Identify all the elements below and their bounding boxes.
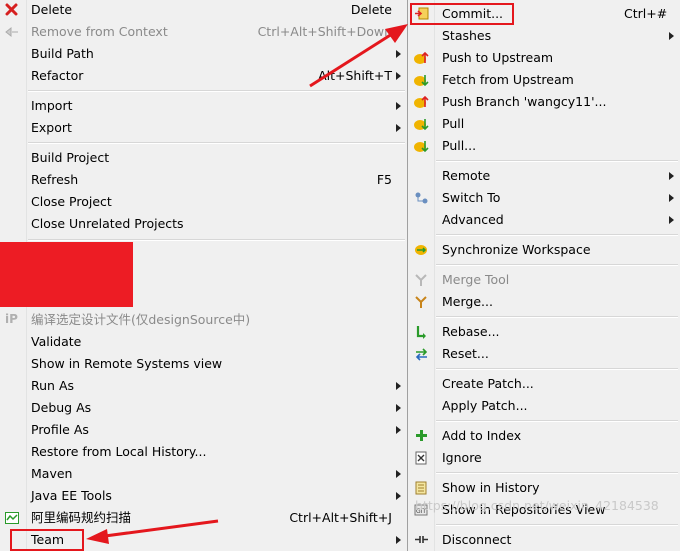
annotation-arrows bbox=[86, 24, 408, 544]
arrow-to-team bbox=[86, 519, 219, 544]
arrow-to-commit bbox=[309, 24, 408, 88]
